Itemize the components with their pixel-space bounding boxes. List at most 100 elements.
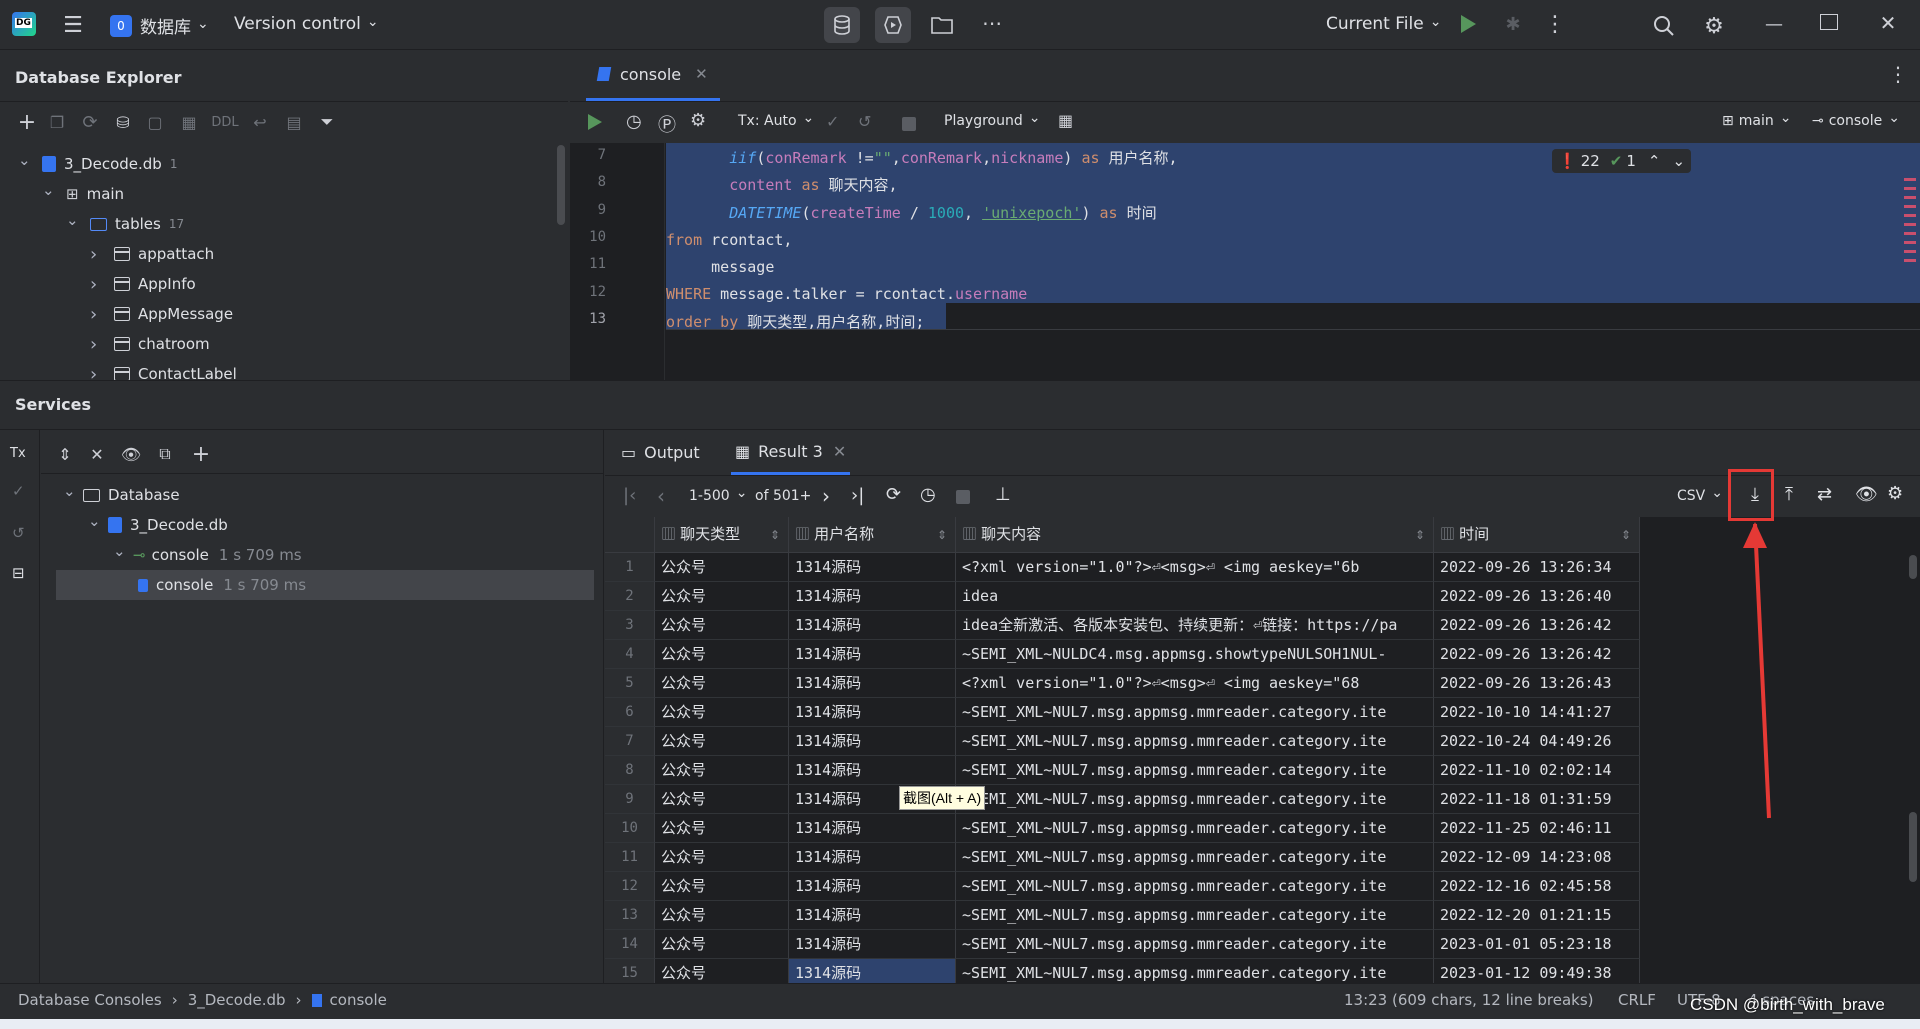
maximize-window-icon[interactable] bbox=[1820, 14, 1838, 30]
chevron-right-icon[interactable] bbox=[90, 334, 104, 355]
table-row[interactable]: 5 公众号 1314源码 <?xml version="1.0"?>⏎<msg>⏎ <… bbox=[605, 669, 1640, 698]
table-cell[interactable]: ~SEMI_XML~NUL7.msg.appmsg.mmreader.categ… bbox=[956, 843, 1434, 872]
table-cell[interactable]: 2022-12-09 14:23:08 bbox=[1434, 843, 1640, 872]
table-cell[interactable]: ~SEMI_XML~NUL7.msg.appmsg.mmreader.categ… bbox=[956, 872, 1434, 901]
row-number[interactable]: 14 bbox=[605, 930, 655, 959]
table-cell[interactable]: 公众号 bbox=[655, 611, 789, 640]
tab-result-3[interactable]: ▦ Result 3 ✕ bbox=[731, 430, 851, 475]
row-number[interactable]: 3 bbox=[605, 611, 655, 640]
settings-gear-icon[interactable]: ⚙ bbox=[1700, 12, 1728, 40]
add-icon[interactable]: + bbox=[12, 110, 42, 135]
table-row[interactable]: 14 公众号 1314源码 ~SEMI_XML~NUL7.msg.appmsg.mmr… bbox=[605, 930, 1640, 959]
run-icon[interactable] bbox=[1461, 15, 1476, 33]
services-tree-item[interactable]: ⊸ console 1 s 709 ms bbox=[41, 540, 604, 570]
table-cell[interactable]: 公众号 bbox=[655, 640, 789, 669]
table-row[interactable]: 12 公众号 1314源码 ~SEMI_XML~NUL7.msg.appmsg.mmr… bbox=[605, 872, 1640, 901]
project-selector[interactable]: 0 数据库 bbox=[110, 13, 209, 38]
refresh-icon[interactable]: ⟳ bbox=[72, 112, 108, 133]
table-cell[interactable]: ~SEMI_XML~NUL7.msg.appmsg.mmreader.categ… bbox=[956, 698, 1434, 727]
chevron-down-icon[interactable] bbox=[63, 486, 77, 504]
row-number[interactable]: 12 bbox=[605, 872, 655, 901]
table-cell[interactable]: ~SEMI_XML~NUL7.msg.appmsg.mmreader.categ… bbox=[956, 785, 1434, 814]
row-number[interactable]: 7 bbox=[605, 727, 655, 756]
table-row[interactable]: 2 公众号 1314源码 idea 2022-09-26 13:26:40 bbox=[605, 582, 1640, 611]
table-cell[interactable]: 1314源码 bbox=[789, 727, 956, 756]
explorer-scrollbar[interactable] bbox=[557, 145, 565, 225]
table-cell[interactable]: ~SEMI_XML~NULDC4.msg.appmsg.showtypeNULS… bbox=[956, 640, 1434, 669]
chevron-down-icon[interactable] bbox=[88, 516, 102, 534]
row-number[interactable]: 8 bbox=[605, 756, 655, 785]
table-row[interactable]: 1 公众号 1314源码 <?xml version="1.0"?>⏎<msg>⏎ <… bbox=[605, 553, 1640, 582]
rollback-icon[interactable]: ↺ bbox=[12, 524, 25, 542]
project-folder-button[interactable] bbox=[928, 12, 956, 38]
add-service-icon[interactable]: + bbox=[181, 442, 221, 467]
row-number[interactable]: 5 bbox=[605, 669, 655, 698]
services-tool-button[interactable] bbox=[875, 7, 911, 43]
more-vertical-icon[interactable]: ⋮ bbox=[1888, 62, 1908, 86]
explorer-tree-item[interactable]: chatroom bbox=[0, 329, 560, 359]
row-number[interactable]: 9 bbox=[605, 785, 655, 814]
sort-icon[interactable]: ⇕ bbox=[937, 517, 947, 553]
table-cell[interactable]: 2022-11-25 02:46:11 bbox=[1434, 814, 1640, 843]
last-page-icon[interactable]: ›| bbox=[851, 485, 864, 506]
line-ending[interactable]: CRLF bbox=[1618, 991, 1656, 1009]
collapse-all-icon[interactable]: ✕ bbox=[81, 445, 113, 464]
chevron-down-icon[interactable] bbox=[18, 155, 32, 173]
filter-icon[interactable]: ⏷ bbox=[312, 112, 342, 132]
table-cell[interactable]: 2022-09-26 13:26:43 bbox=[1434, 669, 1640, 698]
table-cell[interactable]: 2023-01-01 05:23:18 bbox=[1434, 930, 1640, 959]
explain-plan-icon[interactable]: Ⓟ bbox=[658, 111, 676, 137]
row-number[interactable]: 13 bbox=[605, 901, 655, 930]
reload-icon[interactable]: ⟳ bbox=[886, 484, 901, 505]
export-format-selector[interactable]: CSV bbox=[1677, 488, 1723, 504]
services-tree-item[interactable]: 3_Decode.db bbox=[41, 510, 604, 540]
more-actions-icon[interactable]: ⋯ bbox=[978, 10, 1006, 36]
table-cell[interactable]: 2022-10-10 14:41:27 bbox=[1434, 698, 1640, 727]
sort-icon[interactable]: ⇕ bbox=[1415, 517, 1425, 553]
commit-icon[interactable]: ✓ bbox=[12, 482, 25, 500]
table-cell[interactable]: 2022-09-26 13:26:42 bbox=[1434, 611, 1640, 640]
app-logo[interactable] bbox=[12, 12, 36, 36]
table-cell[interactable]: 2022-12-20 01:21:15 bbox=[1434, 901, 1640, 930]
next-page-icon[interactable]: › bbox=[822, 484, 830, 508]
table-cell[interactable]: 1314源码 bbox=[789, 843, 956, 872]
pin-icon[interactable]: ⊥ bbox=[995, 484, 1011, 505]
table-cell[interactable]: ~SEMI_XML~NUL7.msg.appmsg.mmreader.categ… bbox=[956, 756, 1434, 785]
main-menu-icon[interactable]: ☰ bbox=[60, 12, 86, 38]
chevron-right-icon[interactable] bbox=[90, 304, 104, 325]
table-cell[interactable]: 公众号 bbox=[655, 698, 789, 727]
row-number[interactable]: 4 bbox=[605, 640, 655, 669]
more-vertical-icon[interactable]: ⋮ bbox=[1544, 10, 1566, 38]
table-cell[interactable]: 2022-11-18 01:31:59 bbox=[1434, 785, 1640, 814]
explorer-tree-item[interactable]: ⊞ main bbox=[0, 179, 560, 209]
error-stripe-markers[interactable] bbox=[1904, 178, 1916, 268]
row-number[interactable]: 10 bbox=[605, 814, 655, 843]
table-cell[interactable]: 1314源码 bbox=[789, 901, 956, 930]
run-config-selector[interactable]: Current File bbox=[1326, 14, 1441, 34]
table-row[interactable]: 6 公众号 1314源码 ~SEMI_XML~NUL7.msg.appmsg.mmre… bbox=[605, 698, 1640, 727]
schema-selector[interactable]: ⊞ main bbox=[1722, 113, 1791, 129]
table-cell[interactable]: 公众号 bbox=[655, 582, 789, 611]
table-cell[interactable]: 1314源码 bbox=[789, 582, 956, 611]
tx-icon[interactable]: Tx bbox=[10, 446, 26, 461]
table-cell[interactable]: ~SEMI_XML~NUL7.msg.appmsg.mmreader.categ… bbox=[956, 814, 1434, 843]
stop-icon[interactable]: ▢ bbox=[138, 113, 172, 132]
table-cell[interactable]: 公众号 bbox=[655, 843, 789, 872]
chevron-down-icon[interactable] bbox=[42, 185, 56, 203]
table-cell[interactable]: <?xml version="1.0"?>⏎<msg>⏎ <img aeskey… bbox=[956, 669, 1434, 698]
table-cell[interactable]: 公众号 bbox=[655, 785, 789, 814]
search-icon[interactable] bbox=[1650, 12, 1678, 40]
console-icon[interactable]: ▤ bbox=[276, 113, 312, 132]
table-view-icon[interactable]: ▦ bbox=[1058, 111, 1073, 130]
settings-gear-icon[interactable]: ⚙ bbox=[690, 110, 706, 131]
table-cell[interactable]: <?xml version="1.0"?>⏎<msg>⏎ <img aeskey… bbox=[956, 553, 1434, 582]
chevron-right-icon[interactable] bbox=[90, 274, 104, 295]
view-options-icon[interactable]: 👁 bbox=[1855, 484, 1878, 505]
table-cell[interactable]: 1314源码 bbox=[789, 669, 956, 698]
new-tab-icon[interactable]: ⧉ bbox=[149, 444, 181, 464]
breadcrumb-item[interactable]: console bbox=[330, 991, 387, 1009]
caret-position[interactable]: 13:23 (609 chars, 12 line breaks) bbox=[1344, 991, 1594, 1009]
close-window-icon[interactable]: ✕ bbox=[1876, 11, 1900, 35]
table-cell[interactable]: 1314源码 bbox=[789, 930, 956, 959]
next-highlight-icon[interactable]: ⌄ bbox=[1672, 152, 1685, 170]
